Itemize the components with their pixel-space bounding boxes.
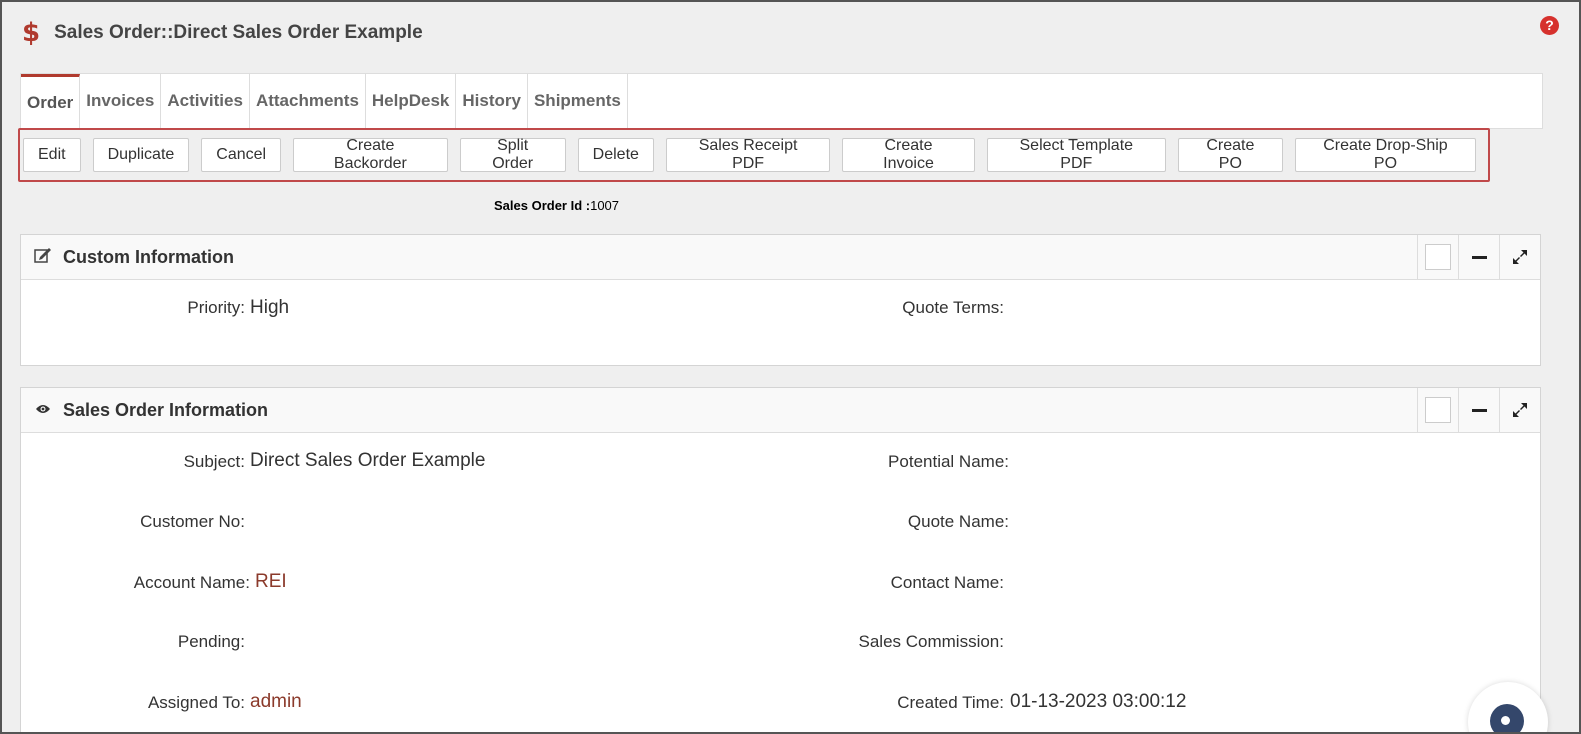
duplicate-button[interactable]: Duplicate [92, 138, 190, 172]
panel-controls [1417, 235, 1540, 279]
sales-receipt-pdf-button[interactable]: Sales Receipt PDF [665, 137, 831, 172]
collapse-icon[interactable] [1458, 388, 1499, 432]
quote-terms-label: Quote Terms: [902, 298, 1004, 317]
help-icon[interactable]: ? [1540, 16, 1559, 35]
contact-name-label: Contact Name: [890, 573, 1004, 592]
priority-label: Priority: [187, 298, 245, 317]
tab-bar: Order Invoices Activities Attachments He… [20, 73, 1543, 129]
potential-name-label: Potential Name: [888, 452, 1009, 471]
account-name-label: Account Name: [133, 573, 250, 592]
priority-value: High [250, 297, 290, 318]
sales-order-id-value: 1007 [590, 198, 620, 213]
quote-name-label: Quote Name: [907, 512, 1009, 531]
create-po-button[interactable]: Create PO [1177, 137, 1283, 172]
chat-icon [1490, 704, 1524, 732]
edit-button[interactable]: Edit [23, 138, 81, 172]
action-toolbar: Edit Duplicate Cancel Create Backorder S… [18, 128, 1490, 182]
panel-select-checkbox[interactable] [1417, 388, 1458, 432]
created-time-label: Created Time: [897, 693, 1004, 712]
expand-icon[interactable] [1499, 235, 1540, 279]
custom-information-title: Custom Information [63, 246, 234, 267]
created-time-value: 01-13-2023 03:00:12 [1010, 691, 1187, 712]
app-window: $ Sales Order::Direct Sales Order Exampl… [0, 0, 1581, 734]
delete-button[interactable]: Delete [577, 138, 654, 172]
tab-attachments[interactable]: Attachments [250, 74, 366, 128]
subject-value: Direct Sales Order Example [250, 450, 486, 471]
sales-order-information-header: Sales Order Information [21, 388, 1540, 433]
select-template-pdf-button[interactable]: Select Template PDF [986, 137, 1166, 172]
tab-shipments[interactable]: Shipments [528, 74, 628, 128]
pending-label: Pending: [177, 632, 245, 651]
sales-order-id-label: Sales Order Id : [494, 198, 591, 213]
page-title: Sales Order::Direct Sales Order Example [54, 22, 423, 43]
custom-information-header: Custom Information [21, 235, 1540, 280]
create-drop-ship-po-button[interactable]: Create Drop-Ship PO [1294, 137, 1476, 172]
tab-helpdesk[interactable]: HelpDesk [366, 74, 457, 128]
sales-order-information-panel: Sales Order Information Subject: Direct … [20, 387, 1541, 732]
subject-label: Subject: [183, 452, 245, 471]
expand-icon[interactable] [1499, 388, 1540, 432]
collapse-icon[interactable] [1458, 235, 1499, 279]
eye-icon [33, 402, 53, 419]
page-header: $ Sales Order::Direct Sales Order Exampl… [22, 16, 423, 50]
custom-information-panel: Custom Information Priority: High Quote … [20, 234, 1541, 366]
sales-commission-label: Sales Commission: [858, 632, 1005, 651]
sales-order-id: Sales Order Id :1007 [494, 198, 619, 213]
panel-select-checkbox[interactable] [1417, 235, 1458, 279]
create-invoice-button[interactable]: Create Invoice [842, 137, 975, 172]
account-name-link[interactable]: REI [255, 571, 287, 593]
create-backorder-button[interactable]: Create Backorder [293, 137, 448, 172]
panel-controls [1417, 388, 1540, 432]
tab-invoices[interactable]: Invoices [80, 74, 162, 128]
split-order-button[interactable]: Split Order [459, 137, 566, 172]
tab-order[interactable]: Order [21, 74, 81, 128]
edit-icon [33, 247, 53, 267]
customer-no-label: Customer No: [140, 512, 245, 531]
sales-order-information-title: Sales Order Information [63, 399, 269, 420]
tab-activities[interactable]: Activities [161, 74, 250, 128]
cancel-button[interactable]: Cancel [201, 138, 282, 172]
tab-history[interactable]: History [456, 74, 528, 128]
assigned-to-label: Assigned To: [147, 693, 245, 712]
dollar-icon: $ [22, 18, 41, 48]
assigned-to-link[interactable]: admin [250, 691, 302, 713]
